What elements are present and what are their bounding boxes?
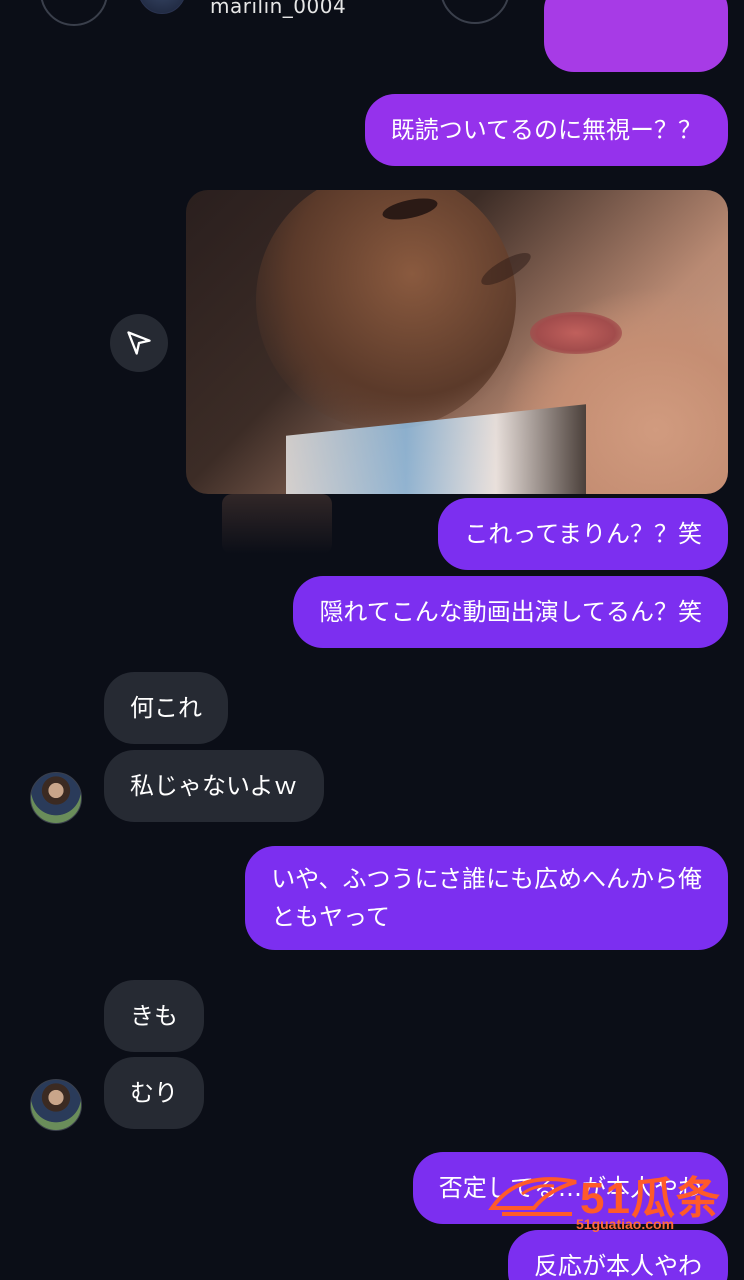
watermark-logo-icon — [488, 1177, 577, 1216]
message-outgoing[interactable]: いや、ふつうにさ誰にも広めへんから俺 ともヤって — [245, 846, 728, 950]
message-line: ともヤって — [271, 903, 390, 931]
message-outgoing[interactable]: 反応が本人やわ — [508, 1230, 728, 1280]
back-button[interactable] — [40, 0, 108, 26]
partial-outgoing-bubble[interactable] — [544, 0, 728, 72]
message-outgoing[interactable]: これってまりん？？笑 — [438, 498, 728, 570]
message-incoming[interactable]: 何これ — [104, 672, 228, 744]
header-username[interactable]: marilin_0004 — [210, 0, 346, 18]
watermark-subtitle: 51guatiao.com — [576, 1216, 675, 1232]
message-incoming[interactable]: むり — [104, 1057, 204, 1129]
message-incoming[interactable]: きも — [104, 980, 204, 1052]
watermark: 51瓜条 51guatiao.com — [488, 1160, 728, 1232]
header-avatar[interactable] — [138, 0, 186, 14]
phone-call-button[interactable] — [440, 0, 510, 24]
message-incoming[interactable]: 私じゃないよｗ — [104, 750, 324, 822]
send-icon — [127, 331, 151, 355]
message-outgoing[interactable]: 隠れてこんな動画出演してるん？笑 — [293, 576, 728, 648]
message-outgoing[interactable]: 既読ついてるのに無視ー？？ — [364, 94, 728, 166]
share-button[interactable] — [110, 314, 168, 372]
media-detail — [256, 190, 516, 430]
sender-avatar[interactable] — [30, 772, 82, 824]
media-detail — [530, 312, 622, 354]
video-message[interactable] — [186, 190, 728, 494]
sender-avatar[interactable] — [30, 1079, 82, 1131]
media-reflection — [222, 494, 332, 554]
message-line: いや、ふつうにさ誰にも広めへんから俺 — [271, 865, 702, 893]
